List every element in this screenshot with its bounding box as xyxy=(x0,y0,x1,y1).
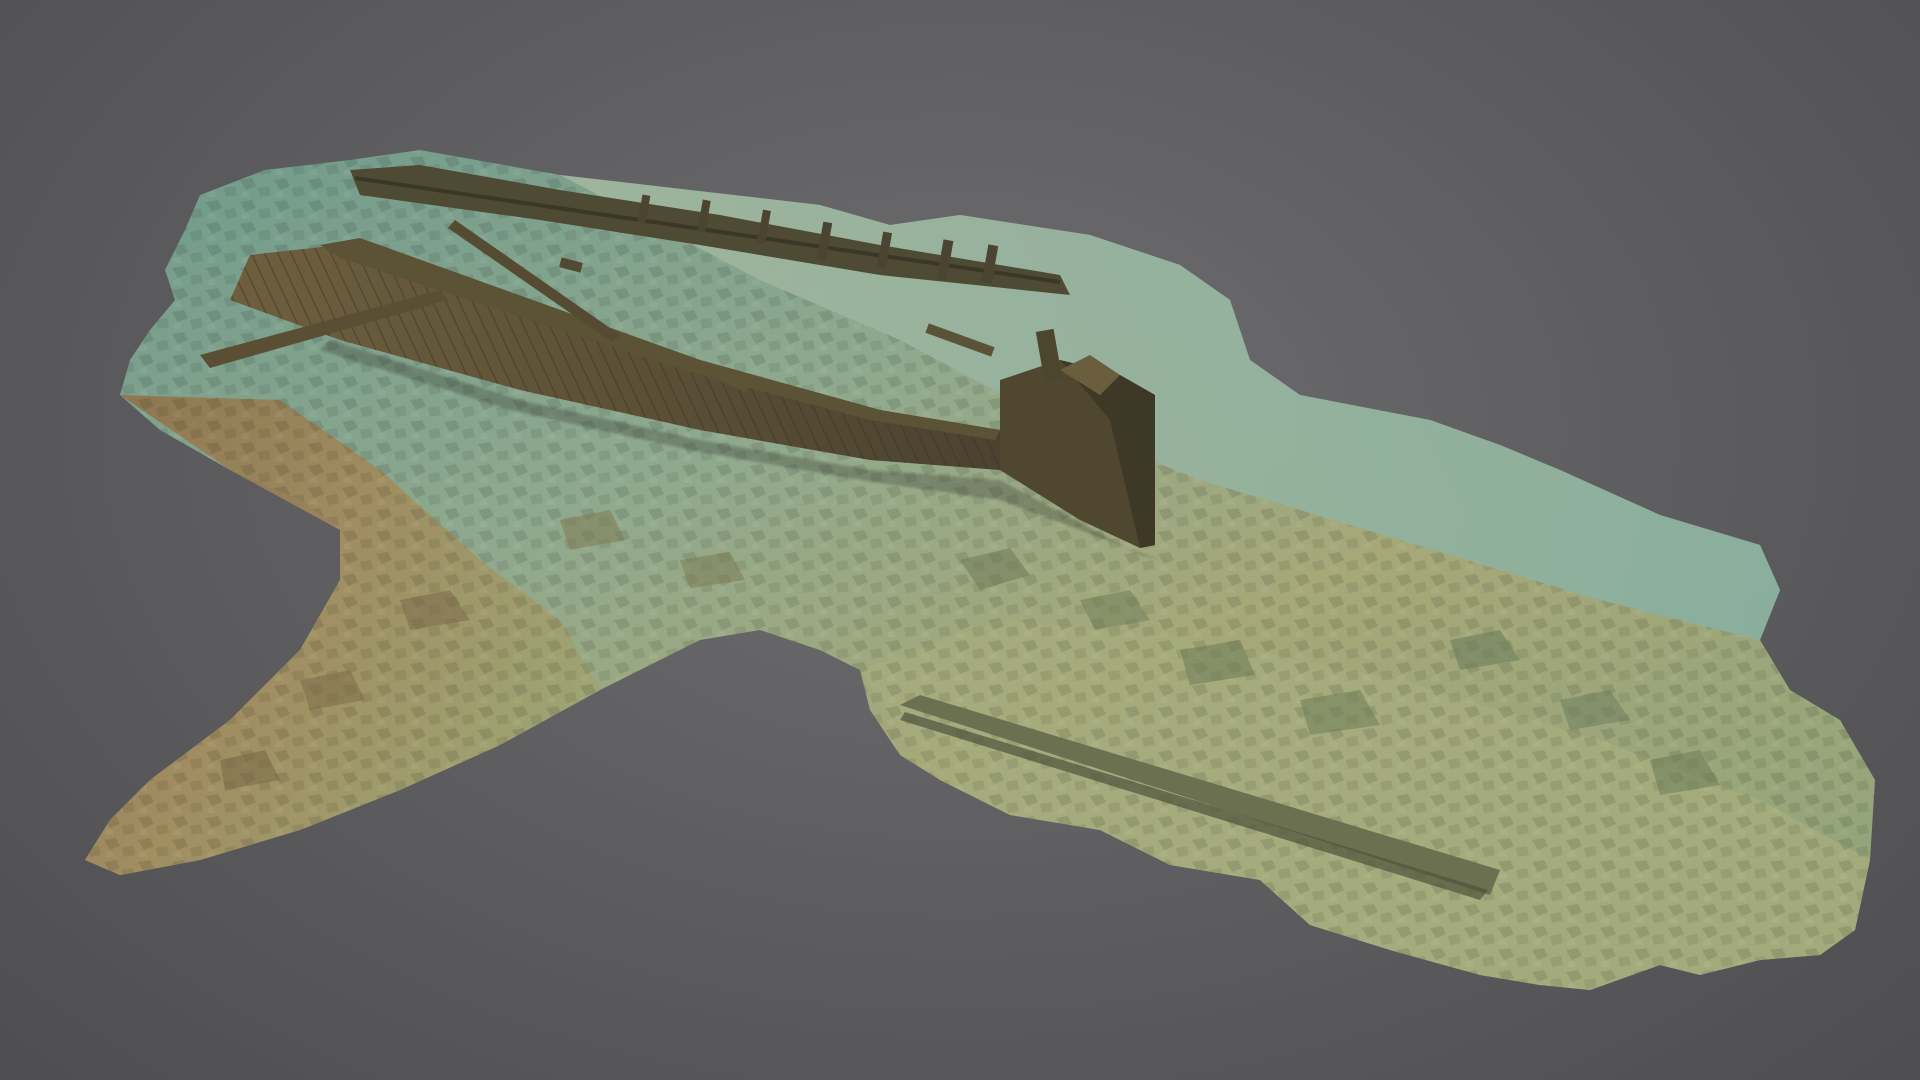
3d-viewport[interactable] xyxy=(0,0,1920,1080)
shipwreck-photogrammetry-model[interactable] xyxy=(0,0,1920,1080)
